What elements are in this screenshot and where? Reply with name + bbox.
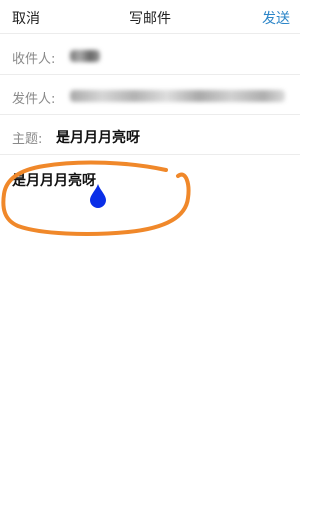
sender-row[interactable]: 发件人:	[0, 76, 300, 115]
cancel-button[interactable]: 取消	[12, 8, 40, 28]
subject-label: 主题:	[12, 132, 43, 147]
text-cursor-handle-icon[interactable]	[88, 183, 108, 209]
recipient-value-redacted	[70, 50, 100, 62]
sender-label: 发件人:	[12, 92, 56, 107]
recipient-row[interactable]: 收件人:	[0, 36, 300, 75]
message-body-editor[interactable]: 是月月月亮呀	[0, 156, 300, 529]
page-title: 写邮件	[129, 11, 171, 27]
subject-input[interactable]: 是月月月亮呀	[56, 127, 140, 147]
send-button[interactable]: 发送	[262, 8, 290, 28]
sender-value-redacted	[70, 90, 285, 102]
subject-row[interactable]: 主题: 是月月月亮呀	[0, 116, 300, 155]
top-navigation-bar: 取消 写邮件 发送	[0, 0, 300, 34]
recipient-label: 收件人:	[12, 52, 56, 67]
message-body-text: 是月月月亮呀	[12, 173, 96, 189]
